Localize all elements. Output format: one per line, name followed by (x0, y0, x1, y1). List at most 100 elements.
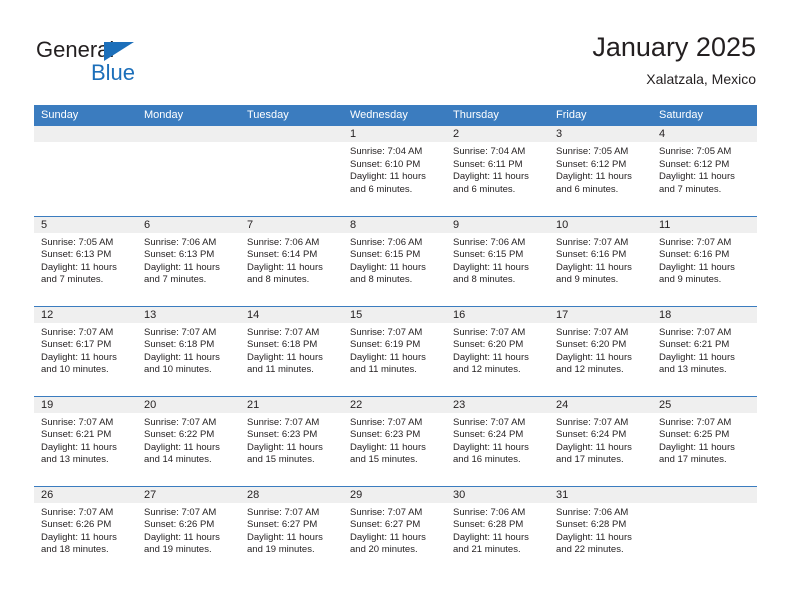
calendar-day-cell[interactable]: 17 Sunrise: 7:07 AM Sunset: 6:20 PM Dayligh… (549, 305, 652, 396)
calendar-day-cell[interactable]: 20 Sunrise: 7:07 AM Sunset: 6:22 PM Dayligh… (137, 395, 240, 486)
sunrise-time: Sunrise: 7:07 AM (144, 326, 217, 338)
daylight-duration-line2: and 14 minutes. (144, 454, 212, 466)
daylight-duration-line2: and 17 minutes. (659, 454, 727, 466)
sunset-time: Sunset: 6:14 PM (247, 249, 318, 261)
daylight-duration-line2: and 13 minutes. (41, 454, 109, 466)
day-number: 18 (652, 306, 757, 323)
calendar-day-cell[interactable]: 24 Sunrise: 7:07 AM Sunset: 6:24 PM Dayligh… (549, 395, 652, 486)
calendar-day-cell[interactable]: 18 Sunrise: 7:07 AM Sunset: 6:21 PM Dayligh… (652, 305, 757, 396)
calendar-day-cell[interactable]: 7 Sunrise: 7:06 AM Sunset: 6:14 PM Daylight… (240, 215, 343, 306)
daylight-duration-line1: Daylight: 11 hours (556, 531, 632, 543)
calendar-day-cell[interactable]: 8 Sunrise: 7:06 AM Sunset: 6:15 PM Daylight… (343, 215, 446, 306)
calendar-day-cell[interactable]: 21 Sunrise: 7:07 AM Sunset: 6:23 PM Dayligh… (240, 395, 343, 486)
sunrise-time: Sunrise: 7:07 AM (144, 506, 217, 518)
daylight-duration-line1: Daylight: 11 hours (659, 261, 735, 273)
calendar-day-cell[interactable]: 31 Sunrise: 7:06 AM Sunset: 6:28 PM Dayligh… (549, 485, 652, 576)
calendar-day-cell[interactable]: 28 Sunrise: 7:07 AM Sunset: 6:27 PM Dayligh… (240, 485, 343, 576)
calendar-day-cell[interactable]: 22 Sunrise: 7:07 AM Sunset: 6:23 PM Dayligh… (343, 395, 446, 486)
day-number: 6 (137, 216, 240, 233)
daylight-duration-line1: Daylight: 11 hours (350, 261, 426, 273)
calendar-day-cell[interactable]: 6 Sunrise: 7:06 AM Sunset: 6:13 PM Daylight… (137, 215, 240, 306)
sunrise-time: Sunrise: 7:07 AM (453, 326, 526, 338)
calendar-day-cell[interactable]: 26 Sunrise: 7:07 AM Sunset: 6:26 PM Dayligh… (34, 485, 137, 576)
weekday-header-tuesday: Tuesday (240, 105, 343, 126)
calendar-day-cell[interactable]: 27 Sunrise: 7:07 AM Sunset: 6:26 PM Dayligh… (137, 485, 240, 576)
calendar-day-cell-empty (137, 126, 240, 216)
sunset-time: Sunset: 6:12 PM (556, 158, 627, 170)
calendar-day-cell[interactable]: 2 Sunrise: 7:04 AM Sunset: 6:11 PM Daylight… (446, 126, 549, 216)
weekday-header-saturday: Saturday (652, 105, 757, 126)
page-subtitle: Xalatzala, Mexico (646, 71, 756, 87)
sunset-time: Sunset: 6:15 PM (350, 249, 421, 261)
calendar-day-cell[interactable]: 11 Sunrise: 7:07 AM Sunset: 6:16 PM Dayligh… (652, 215, 757, 306)
calendar-body: 1 Sunrise: 7:04 AM Sunset: 6:10 PM Daylight… (34, 126, 757, 576)
day-number (137, 126, 240, 142)
calendar-day-cell[interactable]: 12 Sunrise: 7:07 AM Sunset: 6:17 PM Dayligh… (34, 305, 137, 396)
sunrise-time: Sunrise: 7:06 AM (144, 236, 217, 248)
calendar-week-row: 1 Sunrise: 7:04 AM Sunset: 6:10 PM Daylight… (34, 126, 757, 216)
calendar-day-cell[interactable]: 25 Sunrise: 7:07 AM Sunset: 6:25 PM Dayligh… (652, 395, 757, 486)
sunset-time: Sunset: 6:25 PM (659, 429, 730, 441)
daylight-duration-line2: and 22 minutes. (556, 544, 624, 556)
calendar-day-cell[interactable]: 16 Sunrise: 7:07 AM Sunset: 6:20 PM Dayligh… (446, 305, 549, 396)
weekday-header-wednesday: Wednesday (343, 105, 446, 126)
daylight-duration-line1: Daylight: 11 hours (350, 441, 426, 453)
calendar-day-cell[interactable]: 19 Sunrise: 7:07 AM Sunset: 6:21 PM Dayligh… (34, 395, 137, 486)
sunrise-time: Sunrise: 7:07 AM (41, 506, 114, 518)
day-sun-info: Sunrise: 7:06 AM Sunset: 6:14 PM Daylight:… (240, 233, 343, 287)
daylight-duration-line1: Daylight: 11 hours (144, 531, 220, 543)
calendar-day-cell[interactable]: 23 Sunrise: 7:07 AM Sunset: 6:24 PM Dayligh… (446, 395, 549, 486)
sunset-time: Sunset: 6:27 PM (350, 519, 421, 531)
sunrise-time: Sunrise: 7:07 AM (350, 416, 423, 428)
day-number (34, 126, 137, 142)
day-sun-info: Sunrise: 7:06 AM Sunset: 6:15 PM Daylight:… (343, 233, 446, 287)
page-title: January 2025 (592, 32, 756, 62)
sunset-time: Sunset: 6:19 PM (350, 339, 421, 351)
daylight-duration-line1: Daylight: 11 hours (556, 441, 632, 453)
calendar-day-cell[interactable]: 14 Sunrise: 7:07 AM Sunset: 6:18 PM Dayligh… (240, 305, 343, 396)
day-number: 22 (343, 396, 446, 413)
sunrise-time: Sunrise: 7:04 AM (453, 146, 526, 157)
day-number: 17 (549, 306, 652, 323)
daylight-duration-line2: and 7 minutes. (144, 274, 207, 286)
calendar-day-cell[interactable]: 10 Sunrise: 7:07 AM Sunset: 6:16 PM Dayligh… (549, 215, 652, 306)
daylight-duration-line2: and 10 minutes. (41, 364, 109, 376)
logo-text-blue: Blue (91, 60, 136, 85)
sunrise-time: Sunrise: 7:06 AM (350, 236, 423, 248)
sunrise-time: Sunrise: 7:07 AM (453, 416, 526, 428)
day-number: 19 (34, 396, 137, 413)
logo-text-general: General (36, 37, 115, 62)
day-sun-info: Sunrise: 7:07 AM Sunset: 6:26 PM Daylight:… (137, 503, 240, 557)
day-sun-info: Sunrise: 7:07 AM Sunset: 6:19 PM Daylight:… (343, 323, 446, 377)
calendar-day-cell[interactable]: 5 Sunrise: 7:05 AM Sunset: 6:13 PM Daylight… (34, 215, 137, 306)
calendar-week-row: 26 Sunrise: 7:07 AM Sunset: 6:26 PM Dayligh… (34, 485, 757, 576)
general-blue-logo[interactable]: General Blue (36, 38, 236, 90)
day-sun-info: Sunrise: 7:07 AM Sunset: 6:27 PM Daylight:… (240, 503, 343, 557)
calendar-day-cell[interactable]: 1 Sunrise: 7:04 AM Sunset: 6:10 PM Daylight… (343, 126, 446, 216)
day-number: 11 (652, 216, 757, 233)
daylight-duration-line2: and 21 minutes. (453, 544, 521, 556)
daylight-duration-line2: and 6 minutes. (350, 183, 413, 195)
calendar-day-cell[interactable]: 3 Sunrise: 7:05 AM Sunset: 6:12 PM Daylight… (549, 126, 652, 216)
sunset-time: Sunset: 6:28 PM (453, 519, 524, 531)
calendar-day-cell[interactable]: 4 Sunrise: 7:05 AM Sunset: 6:12 PM Daylight… (652, 126, 757, 216)
day-sun-info: Sunrise: 7:06 AM Sunset: 6:15 PM Daylight:… (446, 233, 549, 287)
daylight-duration-line2: and 20 minutes. (350, 544, 418, 556)
calendar-day-cell[interactable]: 15 Sunrise: 7:07 AM Sunset: 6:19 PM Dayligh… (343, 305, 446, 396)
calendar-day-cell[interactable]: 13 Sunrise: 7:07 AM Sunset: 6:18 PM Dayligh… (137, 305, 240, 396)
calendar-day-cell[interactable]: 30 Sunrise: 7:06 AM Sunset: 6:28 PM Dayligh… (446, 485, 549, 576)
day-number: 25 (652, 396, 757, 413)
daylight-duration-line1: Daylight: 11 hours (453, 171, 529, 183)
calendar-day-cell[interactable]: 9 Sunrise: 7:06 AM Sunset: 6:15 PM Daylight… (446, 215, 549, 306)
day-sun-info: Sunrise: 7:04 AM Sunset: 6:11 PM Daylight:… (446, 142, 549, 196)
sunset-time: Sunset: 6:16 PM (659, 249, 730, 261)
day-sun-info: Sunrise: 7:07 AM Sunset: 6:20 PM Daylight:… (549, 323, 652, 377)
day-sun-info: Sunrise: 7:07 AM Sunset: 6:16 PM Daylight:… (549, 233, 652, 287)
day-sun-info: Sunrise: 7:07 AM Sunset: 6:27 PM Daylight:… (343, 503, 446, 557)
day-sun-info: Sunrise: 7:06 AM Sunset: 6:28 PM Daylight:… (549, 503, 652, 557)
calendar-page: General Blue January 2025 Xalatzala, Mex… (0, 0, 792, 612)
sunrise-time: Sunrise: 7:07 AM (247, 506, 320, 518)
calendar-day-cell[interactable]: 29 Sunrise: 7:07 AM Sunset: 6:27 PM Dayligh… (343, 485, 446, 576)
day-number: 12 (34, 306, 137, 323)
calendar-week-row: 12 Sunrise: 7:07 AM Sunset: 6:17 PM Dayligh… (34, 305, 757, 396)
